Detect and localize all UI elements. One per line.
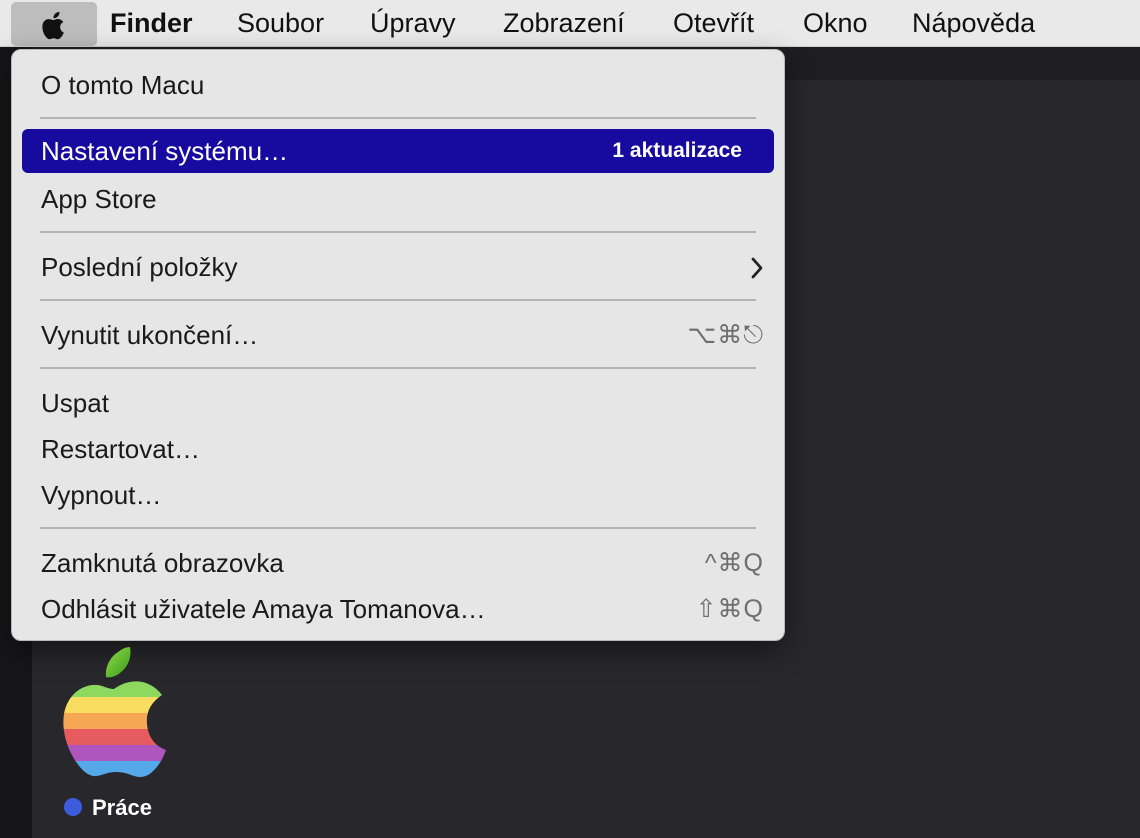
menu-otevrit[interactable]: Otevřít <box>673 8 754 39</box>
menu-item-label: Uspat <box>41 388 109 418</box>
menu-item-label: App Store <box>41 184 157 214</box>
desktop-item-name: Práce <box>92 795 152 820</box>
desktop-item-label: Práce <box>64 795 152 821</box>
menu-separator <box>40 527 756 529</box>
menu-item-label: Nastavení systému… <box>41 136 289 166</box>
desktop-item-prace[interactable] <box>58 645 170 782</box>
menu-napoveda[interactable]: Nápověda <box>912 8 1035 39</box>
menu-okno[interactable]: Okno <box>803 8 868 39</box>
keyboard-shortcut: ^⌘Q <box>704 549 764 577</box>
menu-upravy[interactable]: Úpravy <box>370 8 456 39</box>
keyboard-shortcut: ⌥⌘⎋ <box>687 321 764 349</box>
menu-item-label: Zamknutá obrazovka <box>41 548 284 578</box>
menu-finder[interactable]: Finder <box>110 8 193 39</box>
menu-bar: Finder Soubor Úpravy Zobrazení Otevřít O… <box>0 0 1140 47</box>
menu-soubor[interactable]: Soubor <box>237 8 324 39</box>
rainbow-apple-icon <box>63 647 167 777</box>
menu-item-recent-items[interactable]: Poslední položky <box>22 245 774 289</box>
menu-item-label: Odhlásit uživatele Amaya Tomanova… <box>41 594 486 624</box>
menu-item-sleep[interactable]: Uspat <box>22 381 774 425</box>
menu-item-log-out[interactable]: Odhlásit uživatele Amaya Tomanova… ⇧⌘Q <box>22 587 774 631</box>
menu-item-force-quit[interactable]: Vynutit ukončení… ⌥⌘⎋ <box>22 313 774 357</box>
menu-separator <box>40 367 756 369</box>
menu-item-label: Vynutit ukončení… <box>41 320 259 350</box>
menu-item-system-settings[interactable]: Nastavení systému… 1 aktualizace <box>22 129 774 173</box>
menu-item-lock-screen[interactable]: Zamknutá obrazovka ^⌘Q <box>22 541 774 585</box>
menu-zobrazeni[interactable]: Zobrazení <box>503 8 625 39</box>
menu-item-label: O tomto Macu <box>41 70 205 100</box>
menu-item-label: Poslední položky <box>41 252 238 282</box>
apple-menu-button[interactable] <box>11 2 97 46</box>
update-badge: 1 aktualizace <box>612 139 742 162</box>
menu-item-app-store[interactable]: App Store <box>22 177 774 221</box>
menu-item-label: Restartovat… <box>41 434 200 464</box>
apple-menu-dropdown: O tomto Macu Nastavení systému… 1 aktual… <box>11 49 785 641</box>
menu-separator <box>40 231 756 233</box>
menu-item-about[interactable]: O tomto Macu <box>22 63 774 107</box>
tag-dot <box>64 798 82 816</box>
menu-separator <box>40 299 756 301</box>
menu-item-label: Vypnout… <box>41 480 162 510</box>
menu-item-shutdown[interactable]: Vypnout… <box>22 473 774 517</box>
keyboard-shortcut: ⇧⌘Q <box>695 595 764 623</box>
menu-separator <box>40 117 756 119</box>
menu-item-restart[interactable]: Restartovat… <box>22 427 774 471</box>
apple-logo-icon <box>42 11 64 40</box>
chevron-right-icon <box>751 257 763 279</box>
